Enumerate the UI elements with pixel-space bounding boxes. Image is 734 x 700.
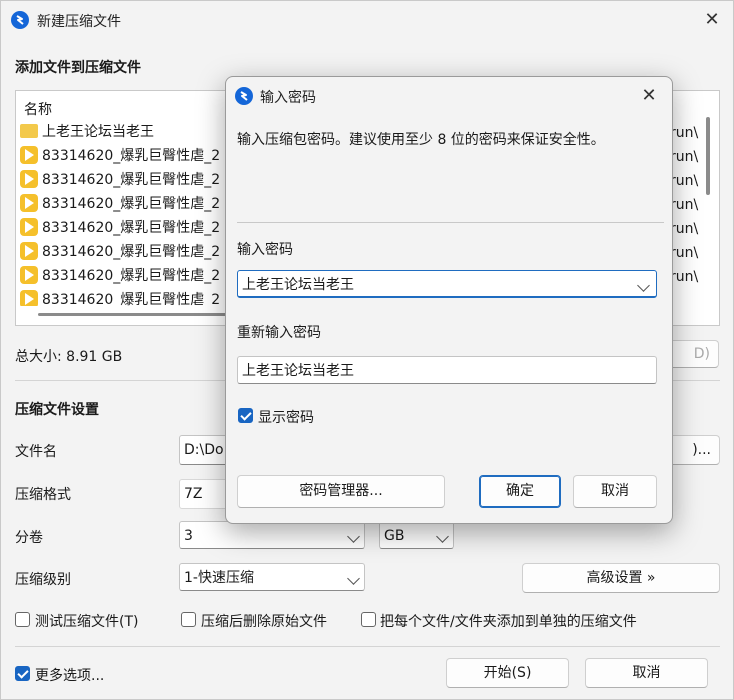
list-item[interactable]: 83314620_爆乳巨臀性虐_2 xyxy=(20,264,220,288)
file-name: 83314620_爆乳巨臀性虐_2 xyxy=(42,196,221,212)
app-logo-icon xyxy=(11,11,29,29)
format-label: 压缩格式 xyxy=(15,487,71,503)
path-cell: run\ xyxy=(670,197,699,213)
list-item[interactable]: 83314620_爆乳巨臀性虐_2 xyxy=(20,288,220,306)
dialog-title: 输入密码 xyxy=(260,90,316,106)
path-cell: run\ xyxy=(670,269,699,285)
chevron-down-icon xyxy=(436,530,449,543)
level-label: 压缩级别 xyxy=(15,572,71,588)
video-file-icon xyxy=(20,266,38,284)
window-title: 新建压缩文件 xyxy=(37,14,121,30)
show-password-checkbox[interactable] xyxy=(238,408,253,423)
reenter-password-field[interactable]: 上老王论坛当老王 xyxy=(237,356,657,384)
path-cell: run\ xyxy=(670,149,699,165)
delete-after-label[interactable]: 压缩后删除原始文件 xyxy=(201,611,327,631)
folder-icon xyxy=(20,124,38,138)
reenter-label: 重新输入密码 xyxy=(237,325,321,341)
list-item[interactable]: 83314620_爆乳巨臀性虐_2 xyxy=(20,216,220,240)
split-label: 分卷 xyxy=(15,530,43,546)
show-password-label[interactable]: 显示密码 xyxy=(258,407,314,427)
password-combo[interactable]: 上老王论坛当老王 xyxy=(237,270,657,298)
cancel-button[interactable]: 取消 xyxy=(585,658,708,688)
delete-after-checkbox[interactable] xyxy=(181,612,196,627)
split-unit-select[interactable]: GB xyxy=(379,521,454,549)
vertical-scrollbar[interactable] xyxy=(706,117,710,195)
settings-title: 压缩文件设置 xyxy=(15,402,99,418)
test-archive-label[interactable]: 测试压缩文件(T) xyxy=(35,611,138,631)
file-name: 83314620_爆乳巨臀性虐_2 xyxy=(42,148,221,164)
divider xyxy=(237,222,664,223)
file-name: 83314620_爆乳巨臀性虐_2 xyxy=(42,172,221,188)
divider xyxy=(15,646,720,647)
list-item[interactable]: 83314620_爆乳巨臀性虐_2 xyxy=(20,192,220,216)
video-file-icon xyxy=(20,170,38,188)
list-item[interactable]: 83314620_爆乳巨臀性虐_2 xyxy=(20,144,220,168)
test-archive-checkbox[interactable] xyxy=(15,612,30,627)
separate-archives-label[interactable]: 把每个文件/文件夹添加到单独的压缩文件 xyxy=(380,611,637,631)
password-value: 上老王论坛当老王 xyxy=(242,277,354,293)
path-cell: run\ xyxy=(670,245,699,261)
dialog-close-icon[interactable]: ✕ xyxy=(626,77,672,115)
video-file-icon xyxy=(20,242,38,260)
column-header-name[interactable]: 名称 xyxy=(24,99,52,119)
split-unit-value: GB xyxy=(384,528,405,544)
separate-archives-checkbox[interactable] xyxy=(361,612,376,627)
video-file-icon xyxy=(20,146,38,164)
split-combo[interactable]: 3 xyxy=(179,521,365,549)
list-item[interactable]: 83314620_爆乳巨臀性虐_2 xyxy=(20,240,220,264)
close-icon[interactable]: ✕ xyxy=(689,1,734,39)
chevron-down-icon xyxy=(347,530,360,543)
start-button[interactable]: 开始(S) xyxy=(446,658,569,688)
add-section-title: 添加文件到压缩文件 xyxy=(15,60,141,76)
path-cell: run\ xyxy=(670,125,699,141)
file-name: 上老王论坛当老王 xyxy=(42,124,154,140)
chevron-down-icon xyxy=(637,279,650,292)
video-file-icon xyxy=(20,290,38,306)
dialog-description: 输入压缩包密码。建议使用至少 8 位的密码来保证安全性。 xyxy=(237,132,605,148)
list-item[interactable]: 83314620_爆乳巨臀性虐_2 xyxy=(20,168,220,192)
password-dialog: 输入密码 ✕ 输入压缩包密码。建议使用至少 8 位的密码来保证安全性。 输入密码… xyxy=(225,76,673,524)
app-logo-icon xyxy=(235,87,253,105)
more-options-checkbox[interactable] xyxy=(15,666,30,681)
video-file-icon xyxy=(20,194,38,212)
advanced-settings-button[interactable]: 高级设置 » xyxy=(522,563,720,593)
horizontal-scrollbar[interactable] xyxy=(38,313,238,316)
video-file-icon xyxy=(20,218,38,236)
level-value: 1-快速压缩 xyxy=(184,570,254,586)
ok-button[interactable]: 确定 xyxy=(479,475,561,508)
chevron-down-icon xyxy=(347,572,360,585)
password-manager-button[interactable]: 密码管理器... xyxy=(237,475,445,508)
title-bar: 新建压缩文件 ✕ xyxy=(1,1,733,39)
file-name: 83314620_爆乳巨臀性虐_2 xyxy=(42,220,221,236)
path-cell: run\ xyxy=(670,173,699,189)
password-label: 输入密码 xyxy=(237,242,293,258)
level-combo[interactable]: 1-快速压缩 xyxy=(179,563,365,591)
total-size: 总大小: 8.91 GB xyxy=(15,349,123,365)
file-name: 83314620_爆乳巨臀性虐_2 xyxy=(42,244,221,260)
file-name: 83314620_爆乳巨臀性虐_2 xyxy=(42,292,221,306)
more-options-label[interactable]: 更多选项... xyxy=(35,665,104,685)
split-value: 3 xyxy=(184,528,193,544)
browse-button[interactable]: )... xyxy=(666,435,720,465)
list-item[interactable]: 上老王论坛当老王 xyxy=(20,120,154,144)
path-cell: run\ xyxy=(670,221,699,237)
filename-label: 文件名 xyxy=(15,444,57,460)
file-name: 83314620_爆乳巨臀性虐_2 xyxy=(42,268,221,284)
dialog-cancel-button[interactable]: 取消 xyxy=(573,475,657,508)
